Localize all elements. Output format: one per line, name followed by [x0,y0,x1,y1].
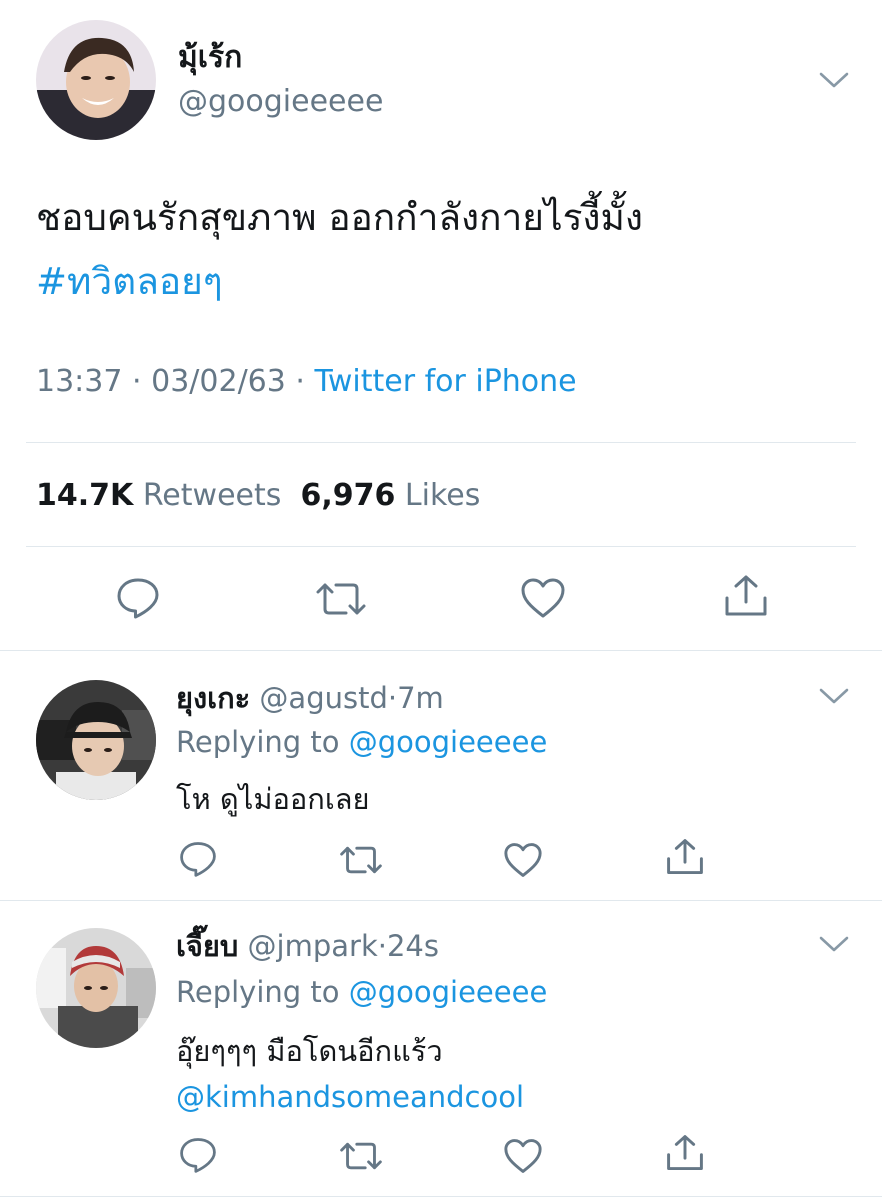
chevron-down-icon[interactable] [818,686,850,706]
reply-header: ยุงเกะ @agustd·7m [176,678,444,718]
reply-time: 24s [386,929,439,963]
divider [0,650,882,651]
tweet-time: 13:37 [36,364,123,399]
reply-text: โห ดูไม่ออกเลย [176,782,370,816]
retweet-icon [316,583,366,615]
tweet-text-block: ชอบคนรักสุขภาพ ออกกำลังกายไรงี้มั้ง #ทวิ… [36,186,856,314]
reply-time-separator: · [377,929,387,963]
retweet-icon [340,1142,382,1170]
retweet-button[interactable] [314,580,368,618]
divider [26,546,856,547]
replying-to-label: Replying to [176,975,340,1009]
reply-header: เจี๊ยบ @jmpark·24s [176,926,439,966]
main-author-name[interactable]: มุ้เร้ก [178,38,242,78]
like-icon [521,578,565,618]
reply-icon [180,1138,216,1173]
replying-to-line: Replying to @googieeeee [176,722,547,762]
retweet-button[interactable] [338,1140,384,1172]
reply-author-handle[interactable]: @agustd [259,681,387,715]
replying-to-handle[interactable]: @googieeeee [349,725,548,759]
meta-separator: · [132,364,142,399]
replying-to-handle[interactable]: @googieeeee [349,975,548,1009]
tweet-text: ชอบคนรักสุขภาพ ออกกำลังกายไรงี้มั้ง [36,196,643,239]
divider [0,1196,882,1197]
reply-mention[interactable]: @kimhandsomeandcool [176,1074,524,1120]
share-button[interactable] [723,574,769,618]
reply-avatar[interactable] [36,680,156,800]
reply-avatar[interactable] [36,928,156,1048]
chevron-down-icon[interactable] [818,70,850,90]
main-author-avatar[interactable] [36,20,156,140]
share-icon [667,839,703,875]
share-button[interactable] [665,1134,705,1172]
reply-author-name[interactable]: ยุงเกะ [176,681,250,715]
divider [0,900,882,901]
main-author-handle[interactable]: @googieeeee [178,82,383,122]
tweet-hashtag[interactable]: #ทวิตลอยๆ [36,250,856,314]
meta-separator: · [295,364,305,399]
likes-stat[interactable]: 6,976 Likes [300,478,480,513]
share-icon [725,575,767,616]
tweet-stats: 14.7K Retweets 6,976 Likes [36,476,480,516]
retweet-button[interactable] [338,844,384,876]
reply-time-separator: · [387,681,398,715]
reply-icon [180,842,216,877]
divider [26,442,856,443]
tweet-date: 03/02/63 [151,364,286,399]
like-icon [504,1139,542,1173]
replying-to-line: Replying to @googieeeee [176,972,547,1012]
reply-icon [117,578,159,619]
reply-button[interactable] [178,1136,218,1174]
reply-button[interactable] [178,840,218,878]
reply-author-handle[interactable]: @jmpark [248,929,378,963]
like-button[interactable] [520,577,566,619]
like-button[interactable] [503,842,543,878]
reply-time: 7m [397,681,444,715]
replying-to-label: Replying to [176,725,340,759]
retweets-label: Retweets [142,478,282,513]
share-icon [667,1135,703,1171]
reply-button[interactable] [115,576,161,620]
share-button[interactable] [665,838,705,876]
tweet-source-link[interactable]: Twitter for iPhone [315,364,577,399]
retweet-icon [340,846,382,874]
like-icon [504,843,542,877]
reply-text: อุ๊ยๆๆๆ มือโดนอีกแร้ว [176,1034,443,1068]
retweets-count: 14.7K [36,478,134,513]
chevron-down-icon[interactable] [818,934,850,954]
like-button[interactable] [503,1138,543,1174]
likes-count: 6,976 [300,478,396,513]
reply-author-name[interactable]: เจี๊ยบ [176,929,238,963]
likes-label: Likes [404,478,481,513]
retweets-stat[interactable]: 14.7K Retweets [36,478,281,513]
tweet-meta: 13:37 · 03/02/63 · Twitter for iPhone [36,362,577,402]
